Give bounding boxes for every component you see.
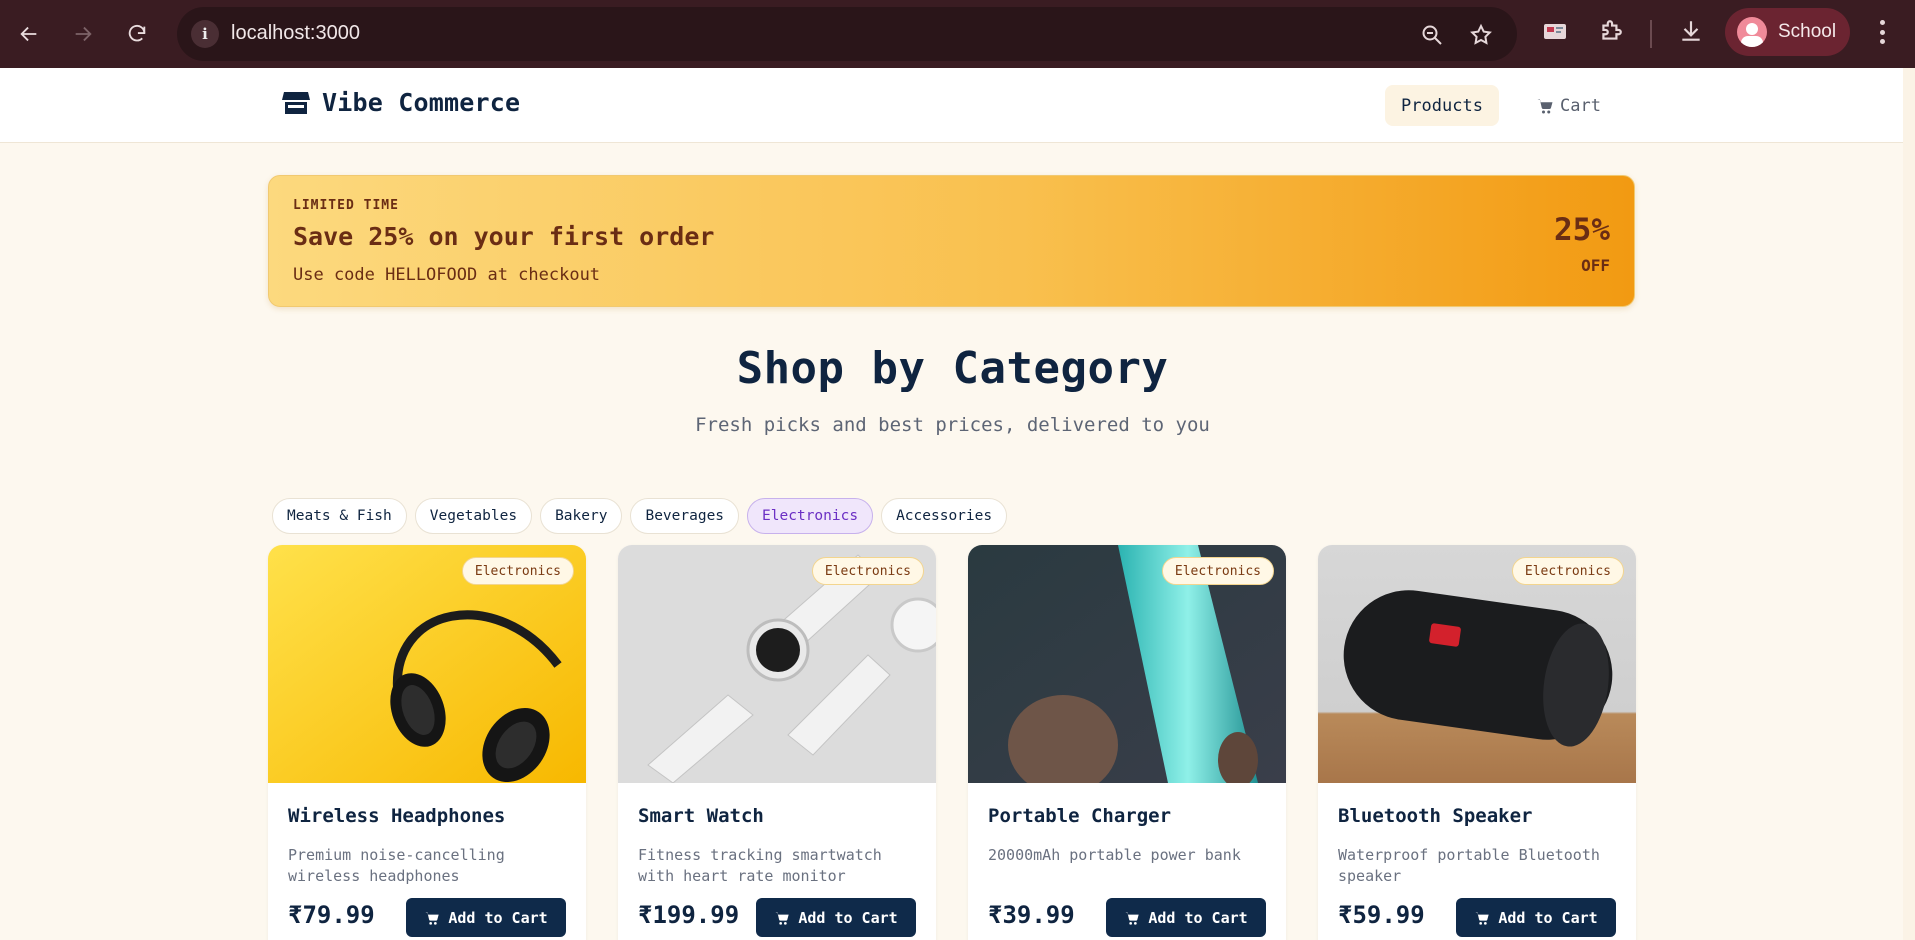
product-name[interactable]: Bluetooth Speaker xyxy=(1338,805,1532,827)
product-price: ₹79.99 xyxy=(288,901,375,929)
add-to-cart-label: Add to Cart xyxy=(1498,908,1598,927)
extensions-puzzle-icon[interactable] xyxy=(1598,18,1624,44)
category-chip-electronics[interactable]: Electronics xyxy=(747,498,874,534)
product-price: ₹199.99 xyxy=(638,901,740,929)
product-card[interactable]: Electronics Portable Charger 20000mAh po… xyxy=(968,545,1286,940)
brand-logo[interactable]: Vibe Commerce xyxy=(282,88,520,117)
store-icon xyxy=(282,91,310,114)
profile-button[interactable]: School xyxy=(1725,8,1850,56)
downloads-icon[interactable] xyxy=(1678,18,1704,44)
toolbar-divider xyxy=(1650,20,1652,48)
add-to-cart-label: Add to Cart xyxy=(1148,908,1248,927)
add-to-cart-button[interactable]: Add to Cart xyxy=(1456,898,1616,937)
nav-cart-label: Cart xyxy=(1560,95,1601,116)
product-price: ₹39.99 xyxy=(988,901,1075,929)
page-title: Shop by Category xyxy=(736,343,1169,394)
extension-card-icon[interactable] xyxy=(1542,18,1568,44)
site-info-icon[interactable]: i xyxy=(191,20,219,48)
nav-products-link[interactable]: Products xyxy=(1385,85,1499,126)
category-badge: Electronics xyxy=(811,557,924,585)
promo-subtext: Use code HELLOFOOD at checkout xyxy=(293,265,601,285)
bookmark-star-icon[interactable] xyxy=(1469,23,1493,47)
address-bar[interactable]: i localhost:3000 xyxy=(177,7,1517,61)
reload-button[interactable] xyxy=(117,14,157,54)
arrow-left-icon xyxy=(20,26,37,42)
product-description: Fitness tracking smartwatch with heart r… xyxy=(638,846,882,885)
promo-eyebrow: LIMITED TIME xyxy=(293,198,399,213)
reload-icon xyxy=(128,24,146,42)
category-filter: Meats & Fish Vegetables Bakery Beverages… xyxy=(272,498,1008,534)
promo-banner[interactable]: LIMITED TIME Save 25% on your first orde… xyxy=(268,175,1635,307)
nav-cart-link[interactable]: Cart xyxy=(1536,85,1601,126)
site-header: Vibe Commerce Products Cart xyxy=(0,68,1915,143)
category-badge: Electronics xyxy=(1161,557,1274,585)
promo-discount: 25% xyxy=(1554,212,1610,248)
arrow-right-icon xyxy=(75,26,92,42)
profile-name: School xyxy=(1778,21,1837,42)
category-chip-beverages[interactable]: Beverages xyxy=(630,498,740,534)
cart-icon xyxy=(1537,98,1553,113)
brand-name: Vibe Commerce xyxy=(322,88,521,117)
zoom-icon[interactable] xyxy=(1420,23,1444,47)
add-to-cart-label: Add to Cart xyxy=(798,908,898,927)
page-scrollbar[interactable] xyxy=(1903,68,1915,940)
product-card[interactable]: Electronics Smart Watch Fitness tracking… xyxy=(618,545,936,940)
product-description: Premium noise-cancelling wireless headph… xyxy=(288,846,505,885)
category-chip-accessories[interactable]: Accessories xyxy=(881,498,1008,534)
promo-discount-suffix: OFF xyxy=(1581,256,1610,275)
category-chip-vegetables[interactable]: Vegetables xyxy=(414,498,533,534)
back-button[interactable] xyxy=(9,14,49,54)
browser-menu-icon[interactable] xyxy=(1870,18,1894,46)
category-chip-bakery[interactable]: Bakery xyxy=(540,498,623,534)
promo-headline: Save 25% on your first order xyxy=(293,222,715,251)
product-price: ₹59.99 xyxy=(1338,901,1425,929)
product-name[interactable]: Smart Watch xyxy=(638,805,764,827)
add-to-cart-button[interactable]: Add to Cart xyxy=(756,898,916,937)
product-description: 20000mAh portable power bank xyxy=(988,846,1241,864)
cart-icon xyxy=(775,911,789,925)
avatar xyxy=(1737,17,1767,47)
product-card[interactable]: Electronics Wireless Headphones Premium … xyxy=(268,545,586,940)
product-name[interactable]: Wireless Headphones xyxy=(288,805,505,827)
category-badge: Electronics xyxy=(1511,557,1624,585)
category-chip-meats-fish[interactable]: Meats & Fish xyxy=(272,498,407,534)
product-description: Waterproof portable Bluetooth speaker xyxy=(1338,846,1600,885)
product-name[interactable]: Portable Charger xyxy=(988,805,1171,827)
product-card[interactable]: Electronics Bluetooth Speaker Waterproof… xyxy=(1318,545,1636,940)
cart-icon xyxy=(1475,911,1489,925)
page-subtitle: Fresh picks and best prices, delivered t… xyxy=(695,414,1210,436)
add-to-cart-button[interactable]: Add to Cart xyxy=(406,898,566,937)
add-to-cart-button[interactable]: Add to Cart xyxy=(1106,898,1266,937)
cart-icon xyxy=(1125,911,1139,925)
forward-button[interactable] xyxy=(63,14,103,54)
add-to-cart-label: Add to Cart xyxy=(448,908,548,927)
cart-icon xyxy=(425,911,439,925)
url-text[interactable]: localhost:3000 xyxy=(231,22,360,45)
category-badge: Electronics xyxy=(461,557,574,585)
browser-toolbar: i localhost:3000 School xyxy=(0,0,1915,68)
